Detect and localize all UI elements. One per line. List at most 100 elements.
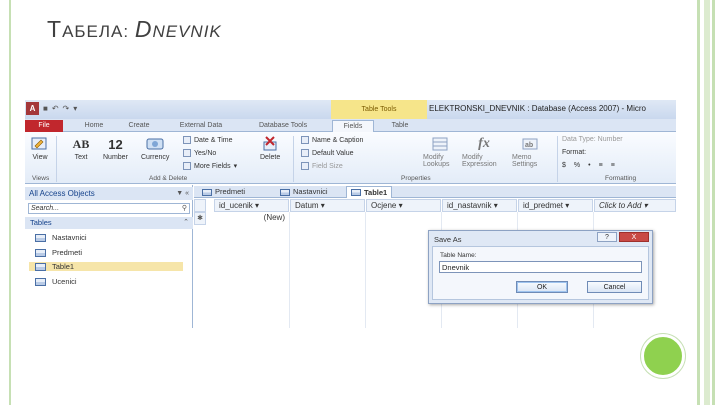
column-header[interactable]: Ocjene ▾: [366, 199, 441, 212]
slide-right-stripe: [704, 0, 710, 405]
tab-table[interactable]: Table: [381, 120, 419, 132]
modify-expression-button[interactable]: fx Modify Expression: [462, 136, 506, 168]
percent-icon[interactable]: %: [574, 162, 580, 169]
date-time-button[interactable]: Date & Time: [183, 136, 233, 144]
select-all-corner[interactable]: [194, 199, 206, 212]
data-type-label: Data Type: Number: [562, 136, 623, 143]
close-button[interactable]: X: [619, 232, 649, 242]
slide-title: ТАБЕЛА: DNEVNIK: [47, 16, 222, 43]
ok-button[interactable]: OK: [516, 281, 568, 293]
slide-title-nevnik: NEVNIK: [152, 22, 222, 41]
number-label: Number: [103, 154, 128, 161]
currency-icon: [146, 136, 164, 152]
decimal-increase-icon[interactable]: ≡: [599, 162, 603, 169]
column-header-label: Click to Add: [599, 201, 642, 210]
text-field-button[interactable]: AB Text: [72, 136, 90, 162]
memo-settings-button[interactable]: ab Memo Settings: [512, 136, 548, 168]
tab-external-data[interactable]: External Data: [170, 120, 232, 132]
doc-tab-predmeti[interactable]: Predmeti: [198, 186, 249, 198]
more-fields-button[interactable]: More Fields ▾: [183, 162, 237, 170]
yes-no-label: Yes/No: [194, 149, 217, 157]
more-fields-label: More Fields: [194, 162, 231, 170]
delete-field-button[interactable]: Delete: [260, 136, 280, 161]
column-header-label: id_ucenik: [219, 201, 253, 210]
dollar-icon[interactable]: $: [562, 162, 566, 169]
nav-header[interactable]: All Access Objects ▼ «: [25, 187, 193, 200]
search-icon[interactable]: ⚲: [182, 204, 187, 214]
number-field-icon: 12: [108, 136, 123, 152]
slide-title-initial: Т: [47, 16, 63, 42]
table-name-label: Table Name:: [440, 252, 477, 259]
decimal-decrease-icon[interactable]: ≡: [611, 162, 615, 169]
modify-expression-label: Modify Expression: [462, 154, 497, 168]
view-label: View: [32, 154, 48, 161]
column-header[interactable]: Datum ▾: [290, 199, 365, 212]
redo-icon[interactable]: ↷: [63, 104, 70, 113]
currency-field-button[interactable]: Currency: [141, 136, 169, 161]
table-icon: [280, 188, 290, 196]
tab-database-tools[interactable]: Database Tools: [247, 120, 319, 132]
column-header[interactable]: id_nastavnik ▾: [442, 199, 517, 212]
view-button[interactable]: View: [31, 136, 49, 161]
column-header-label: Datum: [295, 201, 319, 210]
tab-create[interactable]: Create: [120, 120, 158, 132]
doc-tab-nastavnici[interactable]: Nastavnici: [276, 186, 332, 198]
format-select[interactable]: Format:: [562, 149, 586, 156]
doc-tab-table1[interactable]: Table1: [346, 186, 393, 198]
nav-search-input[interactable]: Search... ⚲: [28, 203, 190, 214]
modify-lookups-button[interactable]: Modify Lookups: [423, 136, 457, 168]
comma-icon[interactable]: •: [588, 162, 590, 169]
column-header[interactable]: id_predmet ▾: [518, 199, 593, 212]
format-label: Format:: [562, 149, 587, 156]
nav-item-table1[interactable]: Table1: [29, 262, 183, 271]
column-header-label: id_nastavnik: [447, 201, 492, 210]
delete-label: Delete: [260, 154, 281, 161]
table-icon: [35, 262, 46, 271]
number-field-button[interactable]: 12 Number: [103, 136, 128, 162]
nav-search-placeholder: Search...: [31, 205, 60, 212]
calendar-icon: [183, 136, 191, 144]
text-field-icon: AB: [72, 136, 90, 151]
access-app-icon[interactable]: A: [26, 102, 39, 115]
modify-lookups-icon: [431, 136, 449, 152]
chevron-down-icon: ▾: [233, 163, 238, 170]
yes-no-button[interactable]: Yes/No: [183, 149, 216, 157]
cancel-button[interactable]: Cancel: [587, 281, 642, 293]
grid-line: [289, 212, 290, 328]
nav-collapse-icon[interactable]: ▼ «: [176, 187, 189, 200]
field-size-field[interactable]: Field Size: [301, 162, 343, 170]
table-icon: [35, 233, 46, 242]
tab-fields[interactable]: Fields: [332, 120, 374, 132]
name-caption-button[interactable]: Name & Caption: [301, 136, 363, 144]
table-icon: [35, 248, 46, 257]
help-button[interactable]: ?: [597, 232, 617, 242]
column-header-label: id_predmet: [523, 201, 564, 210]
nav-item-predmeti[interactable]: Predmeti: [35, 248, 82, 257]
default-value-label: Default Value: [312, 149, 354, 157]
column-header[interactable]: id_ucenik ▾: [214, 199, 289, 212]
dialog-body: Table Name: Dnevnik OK Cancel: [432, 246, 649, 300]
undo-icon[interactable]: ↶: [52, 104, 59, 113]
nav-item-ucenici[interactable]: Ucenici: [35, 277, 77, 286]
ribbon-separator: [293, 136, 294, 182]
table-icon: [202, 188, 212, 196]
default-value-button[interactable]: Default Value: [301, 149, 354, 157]
customize-qat-icon[interactable]: ▾: [73, 104, 77, 113]
new-row-selector[interactable]: ✱: [194, 212, 206, 225]
nav-group-tables[interactable]: Tables ⌃: [25, 217, 193, 229]
tab-home[interactable]: Home: [77, 120, 111, 132]
data-type-select[interactable]: Data Type: Number: [562, 136, 623, 143]
nav-group-label: Tables: [30, 218, 52, 227]
nav-item-nastavnici[interactable]: Nastavnici: [35, 233, 87, 242]
group-properties: Properties: [401, 175, 431, 182]
nav-item-label: Nastavnici: [52, 233, 87, 242]
save-icon[interactable]: ■: [43, 104, 48, 113]
function-icon: fx: [478, 136, 490, 151]
new-row-cell[interactable]: (New): [214, 212, 289, 225]
table-name-input[interactable]: Dnevnik: [439, 261, 642, 273]
default-value-icon: [301, 149, 309, 157]
save-as-dialog: Save As ? X Table Name: Dnevnik OK Cance…: [428, 230, 653, 304]
click-to-add-column[interactable]: Click to Add ▾: [594, 199, 676, 212]
tab-file[interactable]: File: [25, 120, 63, 132]
delete-icon: [261, 136, 279, 152]
